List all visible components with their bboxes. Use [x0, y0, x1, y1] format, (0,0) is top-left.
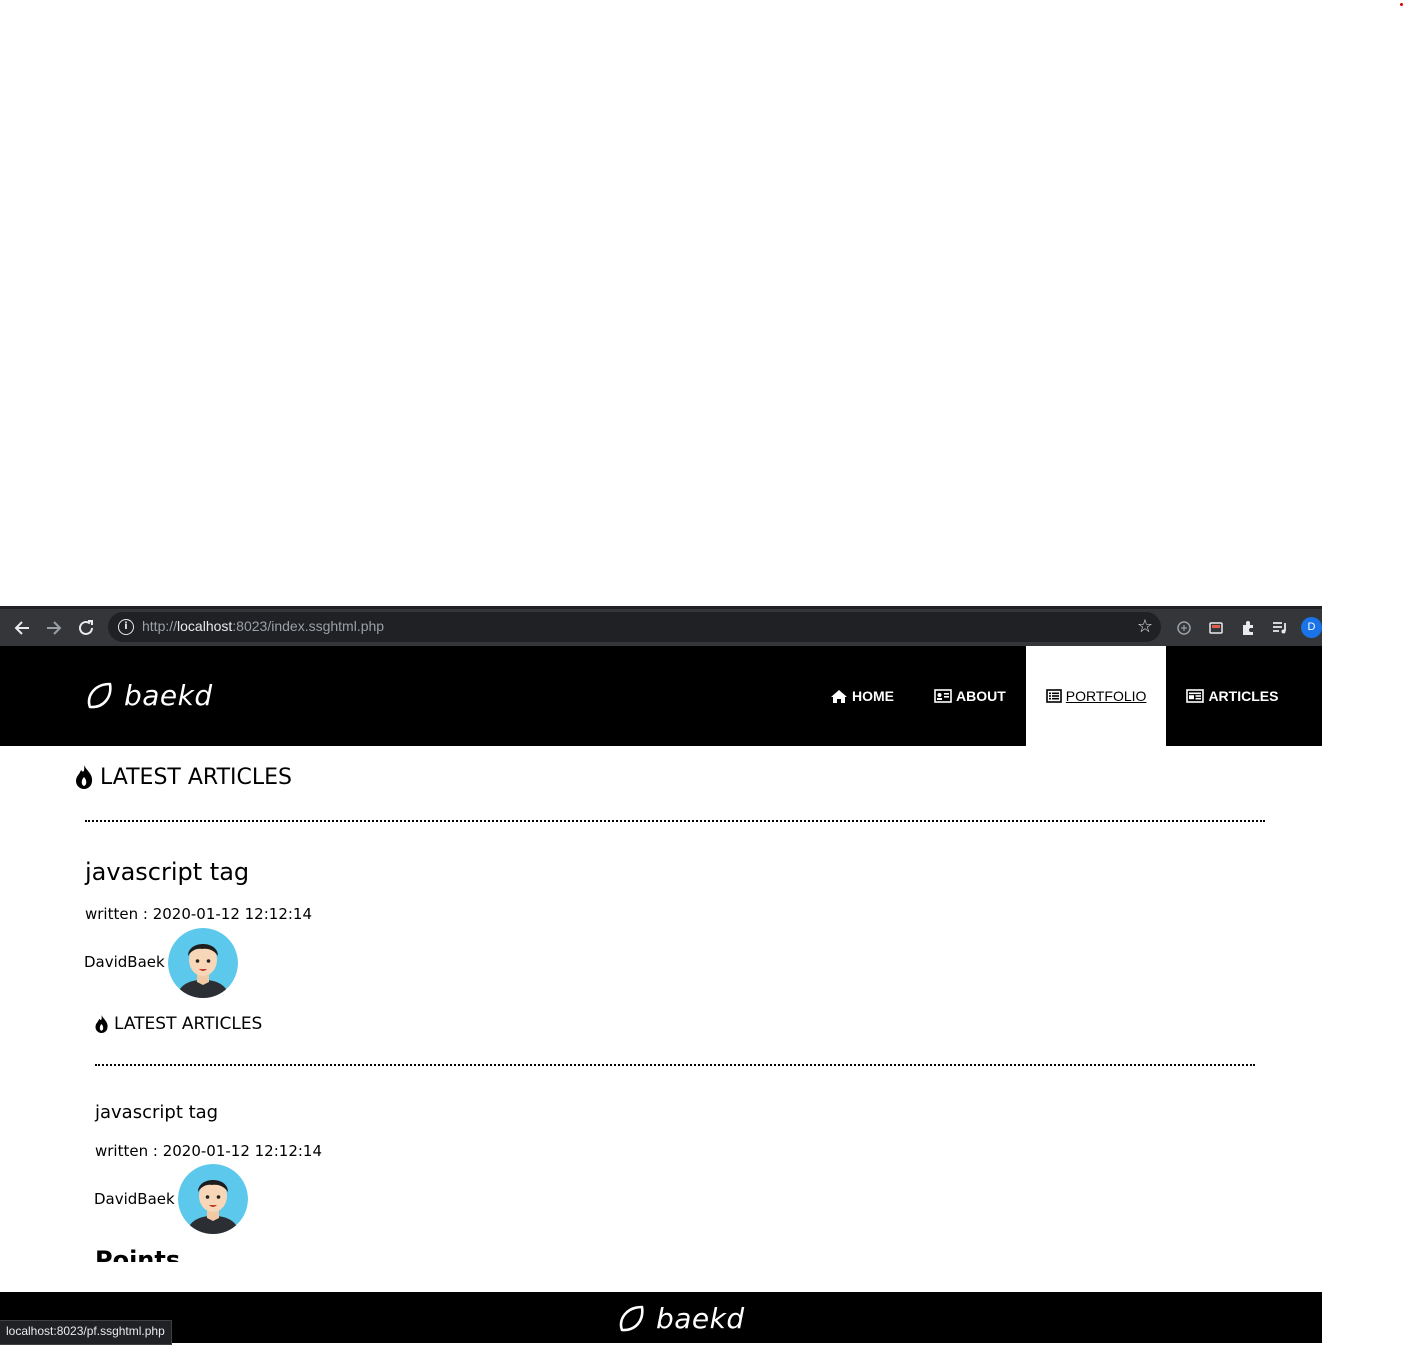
- reload-icon[interactable]: [74, 616, 98, 640]
- browser-toolbar: i http://localhost:8023/index.ssghtml.ph…: [0, 609, 1322, 646]
- corner-dot: [1400, 3, 1403, 6]
- article-written-date: written : 2020-01-12 12:12:14: [85, 905, 312, 923]
- nested-author-name: DavidBaek: [94, 1190, 175, 1208]
- cast-icon[interactable]: [1204, 616, 1228, 640]
- forward-icon[interactable]: [42, 616, 66, 640]
- profile-avatar[interactable]: D: [1301, 617, 1322, 638]
- fire-icon: [95, 1015, 108, 1033]
- extensions-puzzle-icon[interactable]: [1236, 616, 1260, 640]
- nested-section-title-text: LATEST ARTICLES: [114, 1014, 263, 1034]
- author-name: DavidBaek: [84, 953, 165, 971]
- nav-about-label: ABOUT: [956, 688, 1006, 704]
- fire-icon: [76, 765, 93, 789]
- nested-section-divider: [95, 1064, 1255, 1066]
- nav-home[interactable]: HOME: [810, 646, 914, 746]
- home-icon: [830, 689, 848, 704]
- nav-about[interactable]: ABOUT: [914, 646, 1026, 746]
- address-bar[interactable]: i http://localhost:8023/index.ssghtml.ph…: [108, 612, 1161, 642]
- list-icon: [1045, 689, 1062, 703]
- section-title-text: LATEST ARTICLES: [100, 764, 292, 790]
- nested-section-title: LATEST ARTICLES: [94, 1014, 262, 1034]
- main-content: LATEST ARTICLES javascript tag written :…: [0, 746, 1322, 1262]
- nested-article-title[interactable]: javascript tag: [95, 1102, 218, 1123]
- info-icon[interactable]: i: [118, 619, 134, 635]
- bookmark-star-icon[interactable]: ☆: [1137, 616, 1153, 637]
- site-footer: baekd: [0, 1292, 1322, 1343]
- leaf-logo-icon: [619, 1305, 644, 1331]
- article-title[interactable]: javascript tag: [85, 858, 249, 886]
- nested-author-avatar: [178, 1164, 248, 1234]
- nav-home-label: HOME: [852, 688, 894, 704]
- id-card-icon: [934, 689, 952, 703]
- nav-portfolio[interactable]: PORTFOLIO: [1025, 646, 1167, 746]
- nav-portfolio-label: PORTFOLIO: [1065, 688, 1147, 704]
- section-divider: [85, 820, 1265, 822]
- media-queue-icon[interactable]: [1268, 616, 1292, 640]
- footer-logo[interactable]: baekd: [616, 1302, 745, 1335]
- leaf-logo-icon: [87, 682, 112, 708]
- url-text[interactable]: http://localhost:8023/index.ssghtml.php: [142, 618, 384, 634]
- points-heading: Points: [95, 1246, 181, 1262]
- sync-icon[interactable]: [1172, 616, 1196, 640]
- site-logo[interactable]: baekd: [84, 679, 213, 712]
- site-header: baekd HOME ABOUT PORTFOLIO ARTICLES: [0, 646, 1322, 746]
- back-icon[interactable]: [10, 616, 34, 640]
- status-bar-url: localhost:8023/pf.ssghtml.php: [0, 1320, 172, 1345]
- author-avatar: [168, 928, 238, 998]
- main-nav: HOME ABOUT PORTFOLIO ARTICLES: [810, 646, 1298, 746]
- logo-text: baekd: [124, 679, 213, 712]
- section-title: LATEST ARTICLES: [74, 764, 292, 790]
- newspaper-icon: [1186, 689, 1205, 703]
- footer-logo-text: baekd: [656, 1302, 745, 1335]
- nav-articles-label: ARTICLES: [1208, 688, 1279, 704]
- nav-articles[interactable]: ARTICLES: [1166, 646, 1298, 746]
- nested-article-written-date: written : 2020-01-12 12:12:14: [95, 1142, 322, 1160]
